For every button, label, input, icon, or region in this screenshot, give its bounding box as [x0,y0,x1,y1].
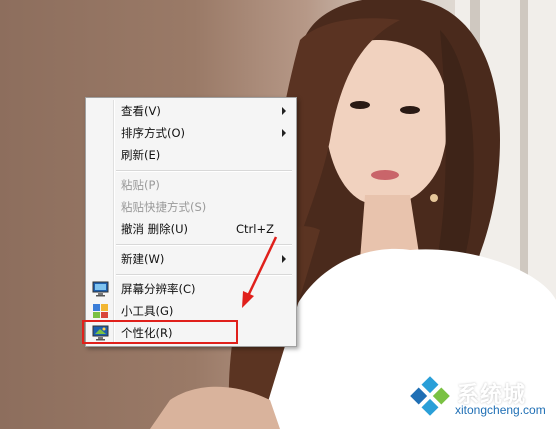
menu-item-undo-delete[interactable]: 撤消 删除(U) Ctrl+Z [88,219,294,239]
desktop-background[interactable]: 查看(V) 排序方式(O) 刷新(E) 粘贴(P) 粘贴快捷方式(S) 撤消 删… [0,0,556,429]
submenu-arrow-icon [282,255,286,263]
menu-item-label: 查看(V) [121,104,161,118]
desktop-context-menu: 查看(V) 排序方式(O) 刷新(E) 粘贴(P) 粘贴快捷方式(S) 撤消 删… [85,97,297,347]
submenu-arrow-icon [282,107,286,115]
menu-item-sort-by[interactable]: 排序方式(O) [88,123,294,143]
menu-item-label: 粘贴快捷方式(S) [121,200,207,214]
menu-item-label: 屏幕分辨率(C) [121,282,196,296]
menu-item-label: 新建(W) [121,252,165,266]
menu-item-paste-shortcut[interactable]: 粘贴快捷方式(S) [88,197,294,217]
menu-separator [116,274,292,276]
menu-item-label: 粘贴(P) [121,178,160,192]
menu-item-shortcut: Ctrl+Z [236,222,274,236]
menu-item-view[interactable]: 查看(V) [88,101,294,121]
gadgets-icon [93,304,108,318]
menu-separator [116,170,292,172]
menu-item-label: 小工具(G) [121,304,174,318]
menu-separator [116,244,292,246]
watermark-logo-icon [410,376,450,416]
menu-item-new[interactable]: 新建(W) [88,249,294,269]
menu-item-screen-resolution[interactable]: 屏幕分辨率(C) [88,279,294,299]
menu-item-refresh[interactable]: 刷新(E) [88,145,294,165]
menu-item-label: 刷新(E) [121,148,161,162]
screen-resolution-icon [92,281,109,297]
menu-item-label: 撤消 删除(U) [121,222,189,236]
menu-item-paste[interactable]: 粘贴(P) [88,175,294,195]
highlight-box [82,320,238,344]
menu-item-gadgets[interactable]: 小工具(G) [88,301,294,321]
submenu-arrow-icon [282,129,286,137]
watermark-url: xitongcheng.com [455,403,546,417]
menu-item-label: 排序方式(O) [121,126,186,140]
